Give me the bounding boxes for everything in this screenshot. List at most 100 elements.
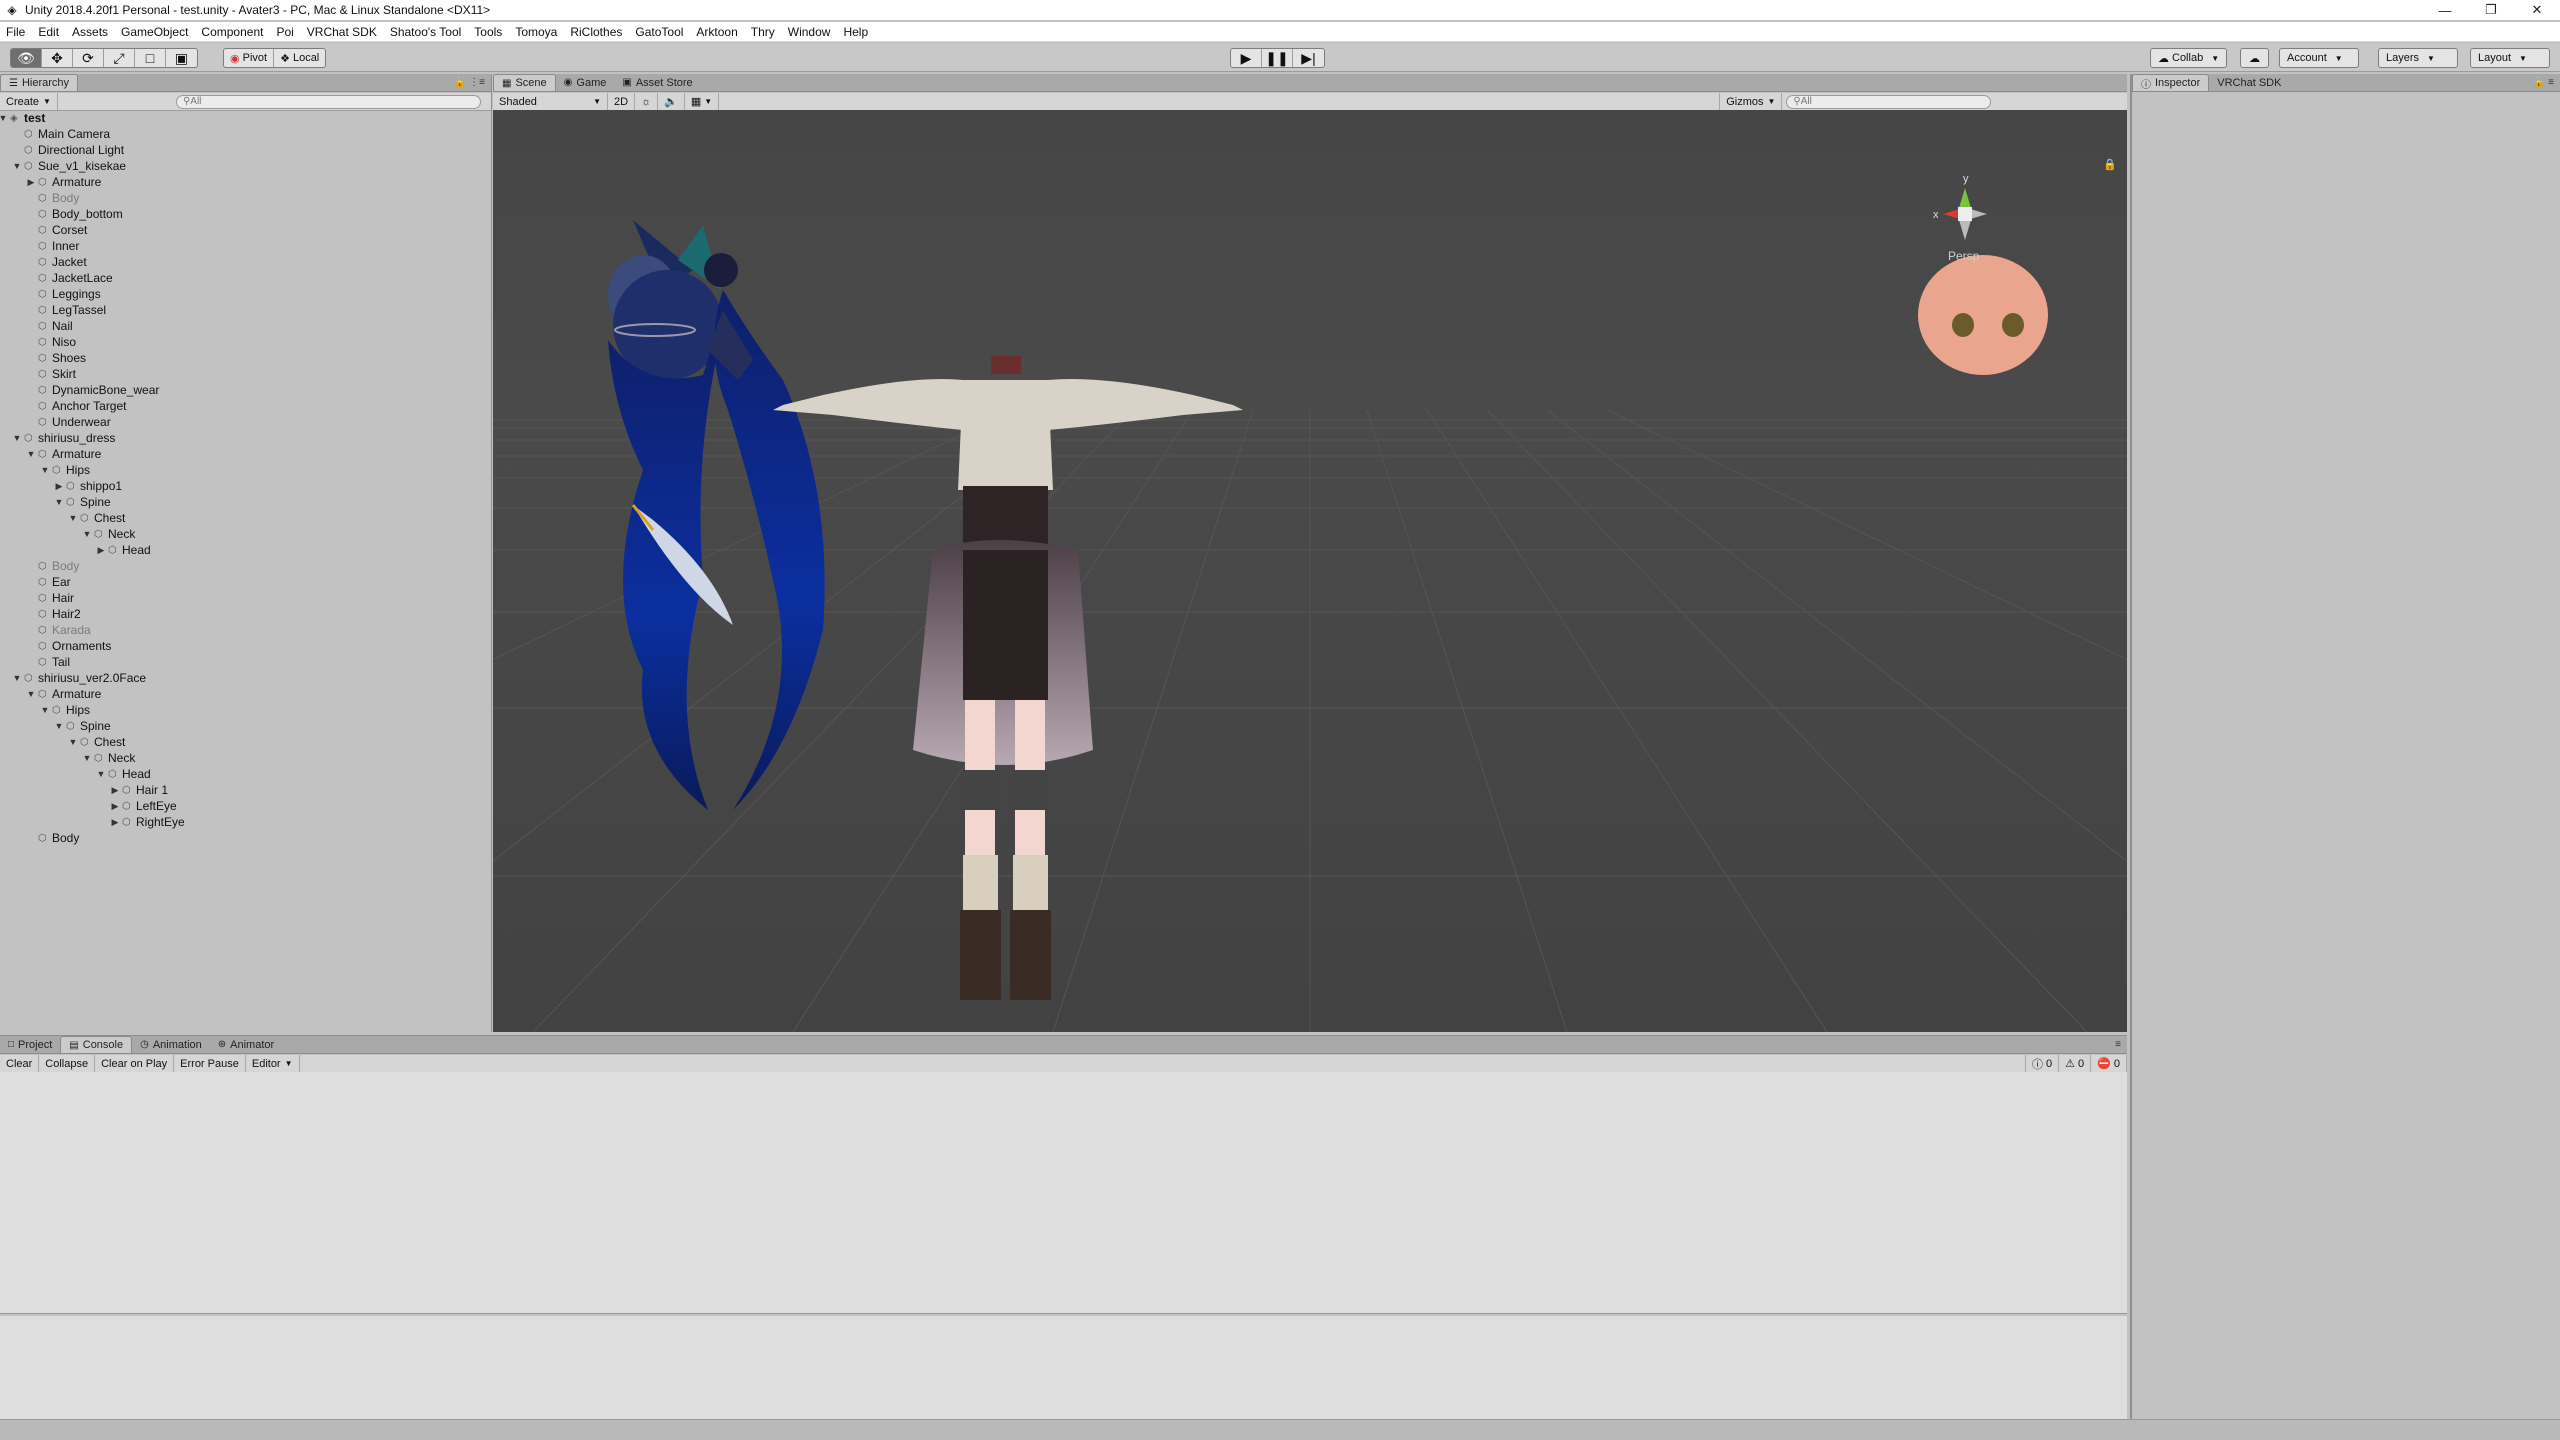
collapse-arrow-icon[interactable]: ▶ [110, 801, 120, 812]
hierarchy-item[interactable]: ⬡ Niso [0, 334, 490, 350]
hierarchy-item[interactable]: ▼ ⬡ Chest [0, 734, 490, 750]
restore-icon[interactable]: ❐ [2468, 0, 2514, 20]
layout-dropdown[interactable]: Layout ▼ [2470, 48, 2550, 68]
clear-on-play-button[interactable]: Clear on Play [95, 1055, 175, 1072]
tab-project[interactable]: □ Project [0, 1036, 60, 1053]
effects-dropdown[interactable]: ▦ ▼ [685, 93, 720, 110]
hierarchy-item[interactable]: ⬡ Anchor Target [0, 398, 490, 414]
expand-arrow-icon[interactable]: ▼ [54, 497, 64, 507]
menu-assets[interactable]: Assets [72, 25, 108, 39]
error-pause-button[interactable]: Error Pause [174, 1055, 246, 1072]
lighting-toggle-icon[interactable]: ☼ [635, 93, 659, 110]
rect-tool-icon[interactable]: □ [135, 49, 166, 67]
hierarchy-item[interactable]: ▼ ⬡ Neck [0, 526, 490, 542]
menu-file[interactable]: File [6, 25, 25, 39]
hierarchy-item[interactable]: ⬡ Body [0, 558, 490, 574]
hierarchy-item[interactable]: ⬡ Underwear [0, 414, 490, 430]
hierarchy-item[interactable]: ▼ ⬡ Armature [0, 446, 490, 462]
hierarchy-item[interactable]: ⬡ Directional Light [0, 142, 490, 158]
panel-menu-icon[interactable]: 🔒 ⋮≡ [454, 77, 485, 88]
transform-tool-icon[interactable]: ▣ [166, 49, 197, 67]
menu-arktoon[interactable]: Arktoon [696, 25, 737, 39]
hierarchy-item[interactable]: ⬡ Hair [0, 590, 490, 606]
hierarchy-item[interactable]: ⬡ DynamicBone_wear [0, 382, 490, 398]
collapse-button[interactable]: Collapse [39, 1055, 96, 1072]
perspective-label[interactable]: Persp [1948, 249, 1980, 263]
menu-tomoya[interactable]: Tomoya [515, 25, 557, 39]
menu-vrchat-sdk[interactable]: VRChat SDK [307, 25, 377, 39]
warning-count-toggle[interactable]: ⚠ 0 [2059, 1055, 2092, 1072]
hierarchy-item[interactable]: ⬡ Skirt [0, 366, 490, 382]
collapse-arrow-icon[interactable]: ▶ [110, 817, 120, 828]
hierarchy-item[interactable]: ⬡ Inner [0, 238, 490, 254]
create-dropdown[interactable]: Create ▼ [0, 93, 58, 110]
error-count-toggle[interactable]: ⛔ 0 [2091, 1055, 2127, 1072]
menu-shatoos-tool[interactable]: Shatoo's Tool [390, 25, 461, 39]
scale-tool-icon[interactable]: ⤢ [104, 49, 135, 67]
expand-arrow-icon[interactable]: ▼ [12, 433, 22, 443]
step-icon[interactable]: ▶| [1293, 49, 1324, 67]
tab-animation[interactable]: ◷ Animation [132, 1036, 210, 1053]
expand-arrow-icon[interactable]: ▼ [40, 705, 50, 715]
local-button[interactable]: ❖ Local [274, 49, 325, 67]
play-icon[interactable]: ▶ [1231, 49, 1262, 67]
collab-button[interactable]: ☁ Collab ▼ [2150, 48, 2228, 68]
menu-thry[interactable]: Thry [751, 25, 775, 39]
hierarchy-item[interactable]: ⬡ Jacket [0, 254, 490, 270]
tab-game[interactable]: ◉ Game [556, 74, 615, 91]
hierarchy-search-input[interactable]: ⚲ All [175, 94, 481, 109]
gizmos-dropdown[interactable]: Gizmos ▼ [1719, 93, 1783, 110]
tab-console[interactable]: ▤ Console [60, 1036, 133, 1053]
audio-toggle-icon[interactable]: 🔈 [658, 93, 685, 110]
hierarchy-item[interactable]: ▼ ⬡ shiriusu_ver2.0Face [0, 670, 490, 686]
hierarchy-item[interactable]: ▶ ⬡ Head [0, 542, 490, 558]
hierarchy-item[interactable]: ⬡ Corset [0, 222, 490, 238]
menu-poi[interactable]: Poi [276, 25, 293, 39]
hierarchy-item[interactable]: ▼ ⬡ Armature [0, 686, 490, 702]
console-log-list[interactable] [0, 1072, 2127, 1314]
hierarchy-item[interactable]: ⬡ Ornaments [0, 638, 490, 654]
hierarchy-item[interactable]: ▶ ⬡ LeftEye [0, 798, 490, 814]
expand-arrow-icon[interactable]: ▼ [12, 161, 22, 171]
scene-search-input[interactable]: ⚲ All [1786, 94, 1992, 109]
account-dropdown[interactable]: Account ▼ [2279, 48, 2359, 68]
menu-gameobject[interactable]: GameObject [121, 25, 188, 39]
expand-arrow-icon[interactable]: ▼ [82, 753, 92, 763]
menu-tools[interactable]: Tools [474, 25, 502, 39]
expand-arrow-icon[interactable]: ▼ [0, 113, 8, 123]
tab-animator[interactable]: ⊛ Animator [210, 1036, 282, 1053]
lock-icon[interactable]: 🔒 [2103, 158, 2117, 171]
menu-window[interactable]: Window [788, 25, 831, 39]
hierarchy-item[interactable]: ⬡ Body_bottom [0, 206, 490, 222]
collapse-arrow-icon[interactable]: ▶ [26, 177, 36, 188]
hierarchy-item[interactable]: ⬡ Tail [0, 654, 490, 670]
hierarchy-item[interactable]: ⬡ LegTassel [0, 302, 490, 318]
move-tool-icon[interactable]: ✥ [42, 49, 73, 67]
expand-arrow-icon[interactable]: ▼ [26, 689, 36, 699]
minimize-icon[interactable]: — [2422, 0, 2468, 20]
expand-arrow-icon[interactable]: ▼ [12, 673, 22, 683]
panel-menu-icon[interactable]: ≡ [2115, 1039, 2121, 1050]
hierarchy-item[interactable]: ⬡ Body [0, 830, 490, 846]
hierarchy-item[interactable]: ⬡ JacketLace [0, 270, 490, 286]
hierarchy-item[interactable]: ▼ ⬡ shiriusu_dress [0, 430, 490, 446]
hand-tool-icon[interactable]: 👁 [11, 49, 42, 67]
tab-hierarchy[interactable]: ☰ Hierarchy [0, 74, 79, 91]
collapse-arrow-icon[interactable]: ▶ [110, 785, 120, 796]
mode-2d-button[interactable]: 2D [608, 93, 636, 110]
hierarchy-item[interactable]: ▼ ⬡ Spine [0, 718, 490, 734]
tab-vrchat-sdk[interactable]: VRChat SDK [2209, 74, 2289, 91]
hierarchy-item[interactable]: ▼ ⬡ Chest [0, 510, 490, 526]
hierarchy-item[interactable]: ▼ ⬡ Spine [0, 494, 490, 510]
menu-edit[interactable]: Edit [38, 25, 59, 39]
hierarchy-item[interactable]: ⬡ Shoes [0, 350, 490, 366]
hierarchy-item[interactable]: ⬡ Hair2 [0, 606, 490, 622]
hierarchy-item[interactable]: ▶ ⬡ Hair 1 [0, 782, 490, 798]
shading-mode-dropdown[interactable]: Shaded ▼ [493, 93, 608, 110]
menu-component[interactable]: Component [201, 25, 263, 39]
editor-dropdown[interactable]: Editor ▼ [246, 1055, 300, 1072]
collapse-arrow-icon[interactable]: ▶ [54, 481, 64, 492]
hierarchy-item[interactable]: ⬡ Ear [0, 574, 490, 590]
menu-help[interactable]: Help [843, 25, 868, 39]
scene-viewport[interactable]: y x Persp 🔒 [493, 110, 2127, 1032]
